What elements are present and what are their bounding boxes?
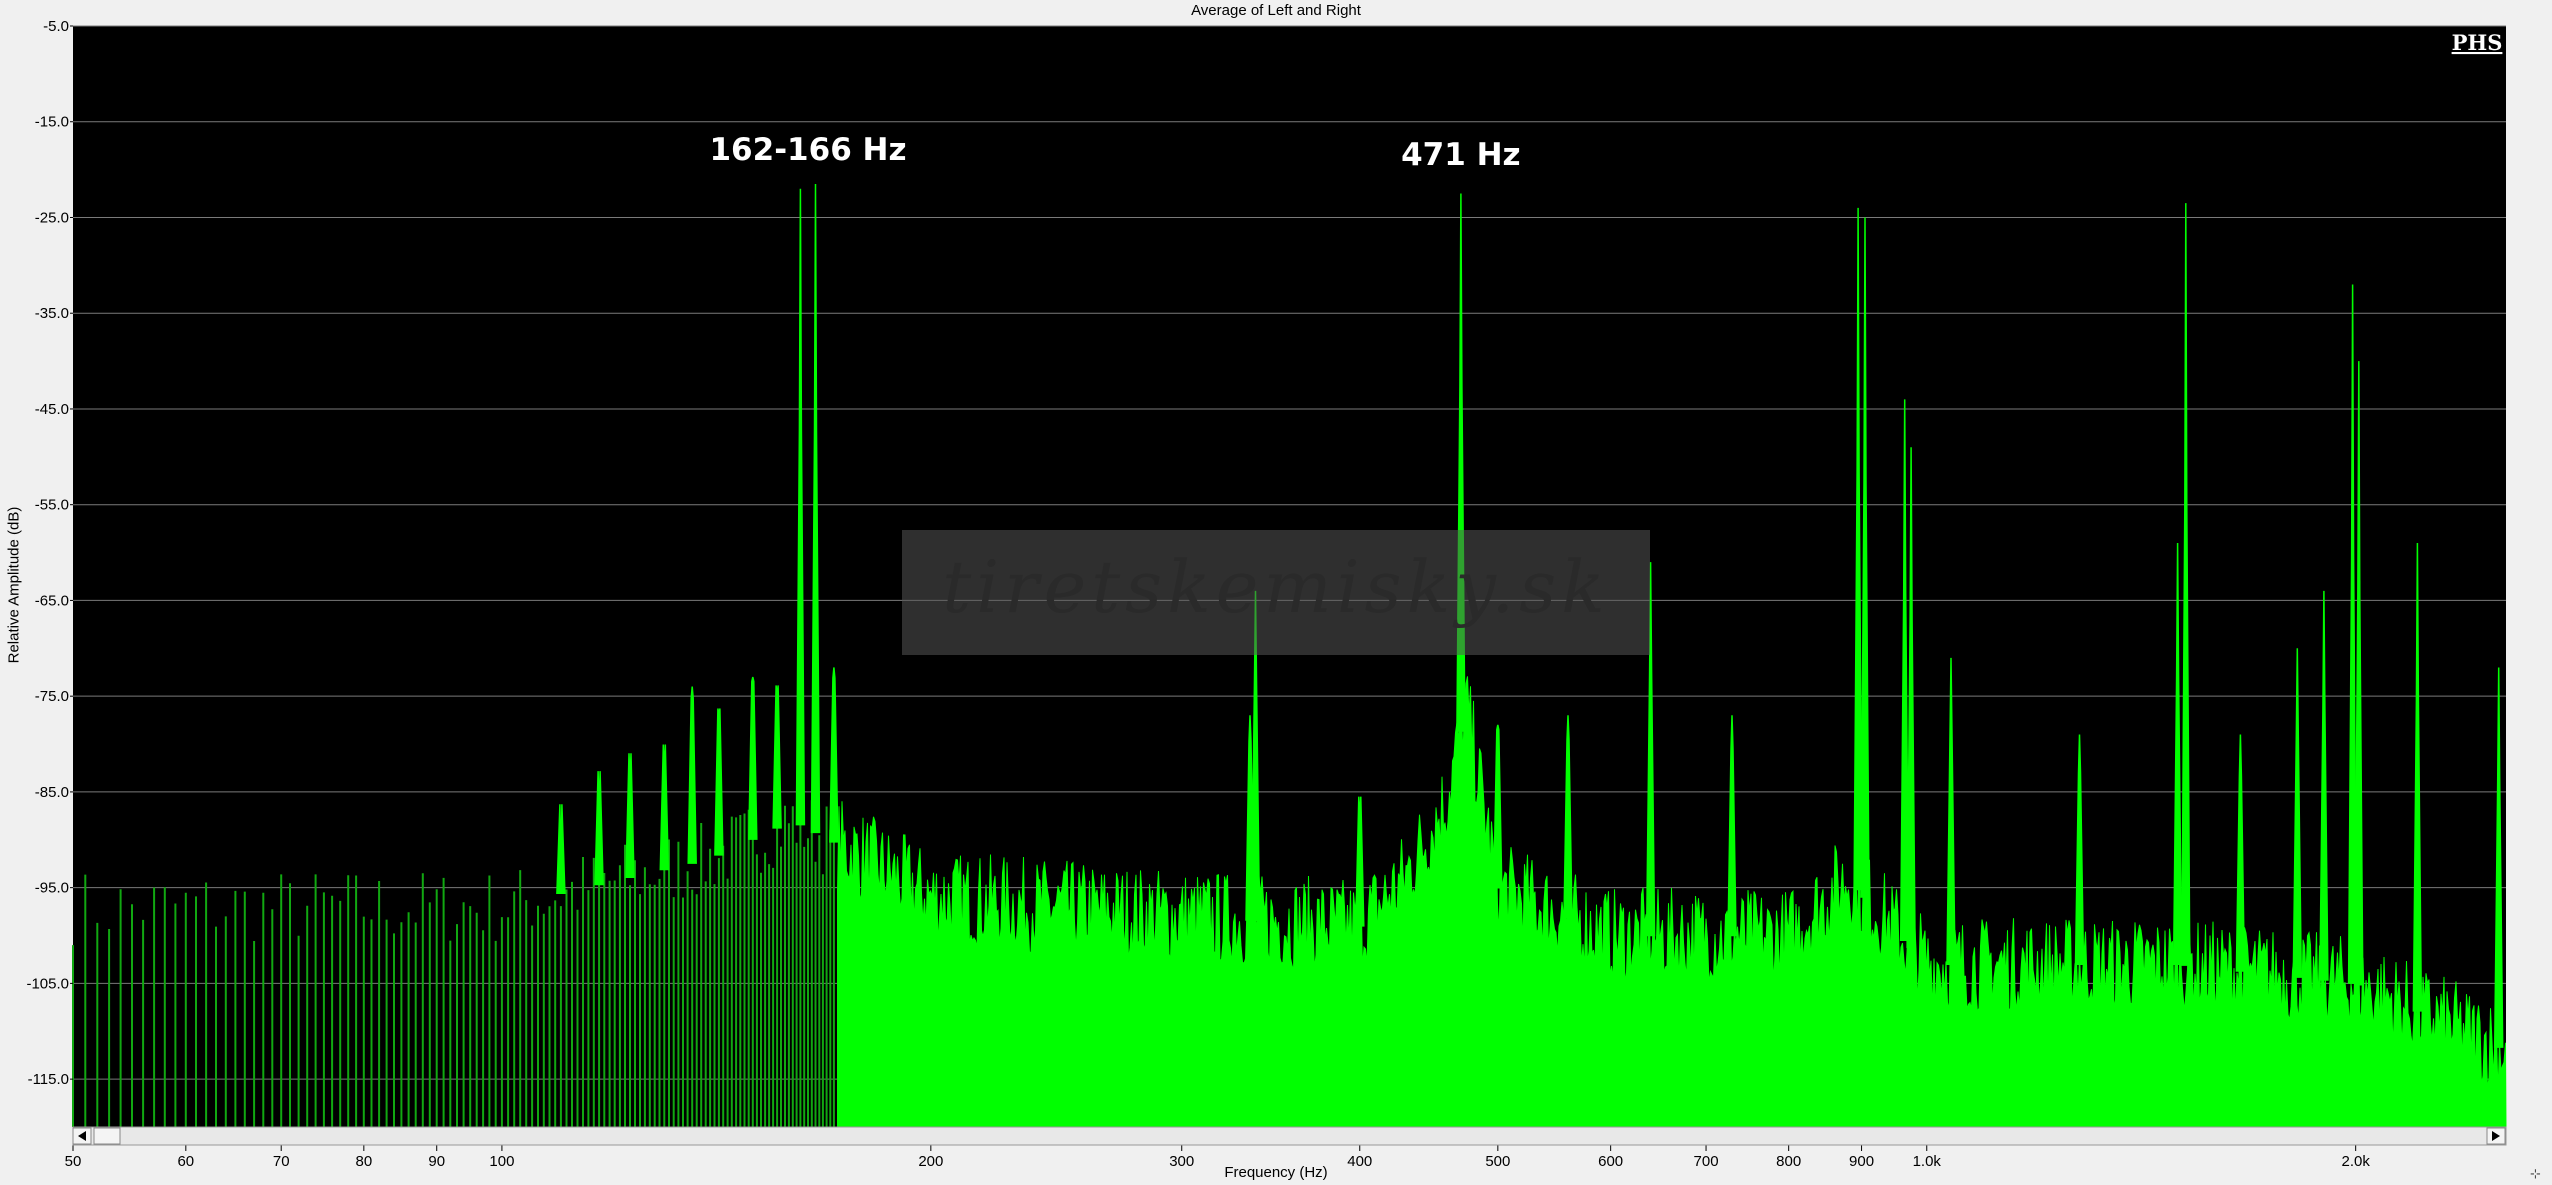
x-tick-label: 2.0k: [2341, 1153, 2370, 1170]
y-tick-label: -5.0: [43, 18, 69, 35]
x-tick-label: 800: [1776, 1153, 1801, 1170]
resize-grip-icon[interactable]: ⊹: [2530, 1167, 2541, 1182]
y-axis-ticks: -5.0 -15.0 -25.0 -35.0 -45.0 -55.0 -65.0 -75.0 -…: [26, 18, 73, 1088]
watermark-text: tiretskemisky.sk: [942, 545, 1610, 629]
y-tick-label: -105.0: [26, 975, 69, 992]
x-tick-label: 50: [65, 1153, 82, 1170]
y-tick-label: -75.0: [35, 688, 69, 705]
x-tick-label: 600: [1598, 1153, 1623, 1170]
spectrum-chart: -5.0 -15.0 -25.0 -35.0 -45.0 -55.0 -65.0 -75.0 -…: [26, 18, 2541, 1182]
x-tick-label: 900: [1849, 1153, 1874, 1170]
x-tick-label: 70: [273, 1153, 290, 1170]
y-tick-label: -45.0: [35, 401, 69, 418]
x-tick-label: 60: [177, 1153, 194, 1170]
y-tick-label: -35.0: [35, 305, 69, 322]
peak-annotation: 471 Hz: [1401, 137, 1521, 173]
x-tick-label: 80: [355, 1153, 372, 1170]
scroll-thumb[interactable]: [93, 1127, 121, 1145]
y-tick-label: -115.0: [28, 1071, 69, 1088]
x-tick-label: 90: [428, 1153, 445, 1170]
x-tick-label: 500: [1485, 1153, 1510, 1170]
x-tick-label: 400: [1347, 1153, 1372, 1170]
y-tick-label: -65.0: [35, 592, 69, 609]
y-tick-label: -95.0: [35, 880, 69, 897]
y-tick-label: -55.0: [35, 497, 69, 514]
x-tick-label: 200: [918, 1153, 943, 1170]
peak-annotation: 162-166 Hz: [709, 132, 906, 168]
y-tick-label: -15.0: [35, 114, 69, 131]
y-tick-label: -85.0: [35, 784, 69, 801]
x-tick-label: 300: [1169, 1153, 1194, 1170]
y-tick-label: -25.0: [35, 209, 69, 226]
phs-logo: PHS: [2452, 30, 2503, 55]
horizontal-scrollbar[interactable]: [72, 1126, 2507, 1146]
x-tick-label: 100: [489, 1153, 514, 1170]
x-axis-ticks: 50 60 70 80 90 100 200 300 400 500 600 700 800 900 1.0…: [65, 1145, 2370, 1170]
x-tick-label: 700: [1694, 1153, 1719, 1170]
x-tick-label: 1.0k: [1913, 1153, 1942, 1170]
